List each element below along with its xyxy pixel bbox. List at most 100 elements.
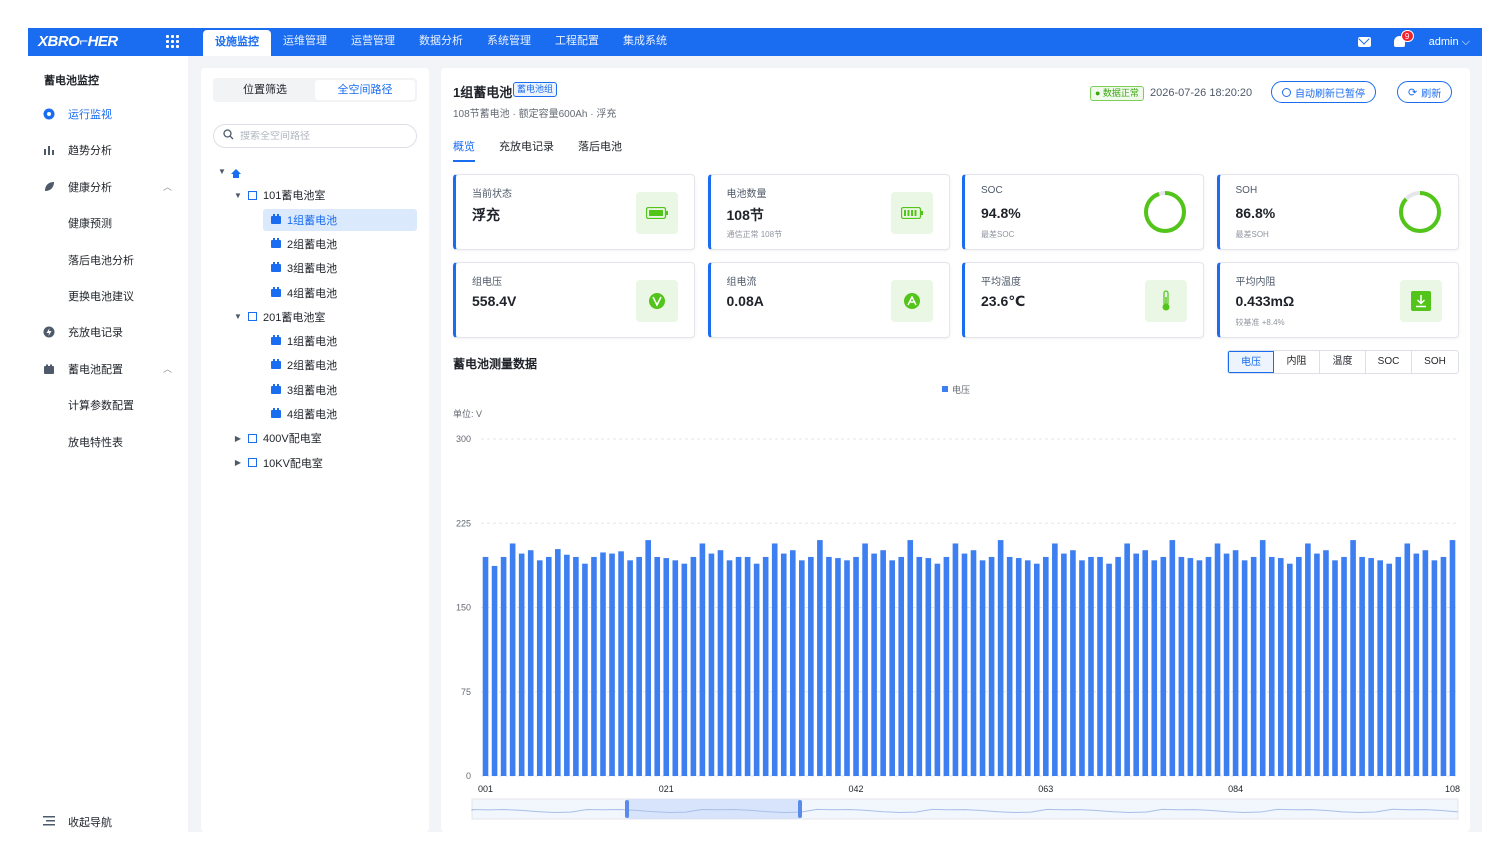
battery-config-icon (43, 363, 55, 375)
user-menu[interactable]: admin ⌵ (1429, 36, 1470, 49)
apps-grid-icon[interactable] (166, 35, 179, 48)
bar (817, 540, 823, 776)
sidebar-item-4[interactable]: 落后电池分析 (28, 248, 188, 272)
nav-tab-5[interactable]: 工程配置 (543, 28, 611, 56)
bar (1404, 543, 1411, 776)
tree-node-12[interactable]: ▶ 10KV配电室 (233, 452, 417, 474)
caret-right-icon[interactable]: ▶ (233, 434, 243, 443)
thermometer-icon (1145, 280, 1187, 322)
main-tabs: 概览 充放电记录 落后电池 (453, 138, 622, 162)
tree-search (213, 124, 417, 148)
zoom-handle-right[interactable] (798, 800, 802, 818)
tree-node-9[interactable]: 3组蓄电池 (263, 379, 417, 401)
refresh-button[interactable]: ⟳ 刷新 (1397, 81, 1453, 103)
nav-tab-0[interactable]: 设施监控 (203, 30, 271, 56)
bar (1088, 556, 1094, 776)
bar (663, 558, 670, 776)
stat-card-0: 当前状态 浮充 (453, 174, 695, 250)
segment-location-filter[interactable]: 位置筛选 (215, 80, 315, 100)
metric-tab-0[interactable]: 电压 (1228, 351, 1274, 373)
main-panel: 1组蓄电池 蓄电池组 108节蓄电池 · 额定容量600Ah · 浮充 ● 数据… (441, 68, 1470, 832)
tree-node-2[interactable]: 1组蓄电池 (263, 208, 417, 231)
caret-down-icon[interactable]: ▼ (217, 167, 227, 176)
tree-node-6[interactable]: ▼ 201蓄电池室 (233, 306, 417, 328)
bar (934, 563, 941, 776)
sidebar-title: 蓄电池监控 (44, 75, 99, 87)
user-name: admin (1428, 35, 1459, 48)
caret-down-icon[interactable]: ▼ (233, 312, 243, 321)
sidebar-item-5[interactable]: 更换电池建议 (28, 284, 188, 308)
bar (1259, 540, 1266, 776)
bar (771, 543, 778, 776)
bar (491, 565, 498, 776)
metric-tab-1[interactable]: 内阻 (1274, 351, 1320, 373)
battery-icon (271, 383, 281, 394)
tree-node-5[interactable]: 4组蓄电池 (263, 282, 417, 304)
sidebar-item-2[interactable]: 健康分析 ︿ (28, 175, 188, 199)
bar (1296, 556, 1302, 776)
search-input[interactable] (240, 130, 410, 142)
caret-down-icon[interactable]: ▼ (233, 191, 243, 200)
notification-bell[interactable]: 9 (1393, 30, 1414, 49)
tab-1[interactable]: 充放电记录 (499, 138, 554, 162)
tree-node-7[interactable]: 1组蓄电池 (263, 330, 417, 352)
bar (1413, 553, 1420, 776)
segment-full-path[interactable]: 全空间路径 (315, 80, 415, 100)
caret-right-icon[interactable]: ▶ (233, 458, 243, 467)
mail-icon[interactable] (1357, 37, 1371, 47)
zoom-handle-left[interactable] (625, 800, 629, 818)
nav-tab-2[interactable]: 运营管理 (339, 28, 407, 56)
sidebar-item-label: 健康预测 (68, 218, 112, 231)
collapse-nav-button[interactable]: 收起导航 (28, 812, 188, 832)
tab-0[interactable]: 概览 (453, 138, 475, 162)
battery-icon (271, 213, 281, 224)
sidebar-item-0[interactable]: 运行监视 (28, 102, 188, 126)
tree-node-8[interactable]: 2组蓄电池 (263, 354, 417, 376)
bar (1386, 563, 1393, 776)
bar (1359, 556, 1365, 776)
metric-toggle: 电压 内阻 温度 SOC SOH (1227, 350, 1459, 374)
bar (1431, 560, 1438, 776)
status-badge: ● 数据正常 (1090, 86, 1144, 101)
nav-tab-4[interactable]: 系统管理 (475, 28, 543, 56)
sidebar-item-8[interactable]: 计算参数配置 (28, 393, 188, 417)
sidebar-item-9[interactable]: 放电特性表 (28, 430, 188, 454)
sidebar-item-3[interactable]: 健康预测 (28, 211, 188, 235)
tree-node-11[interactable]: ▶ 400V配电室 (233, 427, 417, 449)
card-value: 浮充 (472, 207, 500, 223)
resistance-icon (1399, 280, 1442, 322)
bar (880, 550, 886, 776)
sidebar-item-6[interactable]: 充放电记录 (28, 320, 188, 344)
bar (844, 560, 850, 776)
metric-tab-3[interactable]: SOC (1366, 351, 1412, 373)
sidebar-item-1[interactable]: 趋势分析 (28, 138, 188, 162)
timestamp: 2026-07-26 18:20:20 (1150, 87, 1253, 99)
progress-ring (1144, 191, 1186, 233)
metric-tab-2[interactable]: 温度 (1320, 351, 1366, 373)
tree-node-10[interactable]: 4组蓄电池 (263, 403, 417, 425)
card-label: 组电压 (472, 277, 502, 288)
tree-node-label: 2组蓄电池 (287, 238, 338, 251)
bar (573, 556, 579, 776)
legend-label: 电压 (952, 384, 970, 395)
bar (799, 560, 805, 776)
metric-tab-4[interactable]: SOH (1412, 351, 1458, 373)
nav-tab-1[interactable]: 运维管理 (271, 28, 339, 56)
nav-tab-6[interactable]: 集成系统 (611, 28, 679, 56)
sidebar-item-label: 计算参数配置 (68, 400, 134, 413)
building-icon (248, 433, 257, 443)
sidebar-item-7[interactable]: 蓄电池配置 ︿ (28, 357, 188, 381)
bar (1214, 543, 1221, 776)
tab-2[interactable]: 落后电池 (578, 138, 622, 162)
bar (907, 540, 914, 776)
tree-node-0[interactable]: ▼ (217, 160, 417, 182)
x-tick-label: 063 (1038, 784, 1053, 794)
tree-node-1[interactable]: ▼ 101蓄电池室 (233, 184, 417, 206)
sidebar: 蓄电池监控 运行监视趋势分析健康分析 ︿ 健康预测落后电池分析 更换电池建议 充放电记录… (28, 56, 188, 832)
nav-tab-3[interactable]: 数据分析 (407, 28, 475, 56)
bar (717, 550, 724, 776)
tree-node-4[interactable]: 3组蓄电池 (263, 257, 417, 279)
auto-refresh-button[interactable]: 自动刷新已暂停 (1271, 81, 1376, 103)
tree-node-3[interactable]: 2组蓄电池 (263, 233, 417, 255)
building-icon (248, 190, 257, 200)
